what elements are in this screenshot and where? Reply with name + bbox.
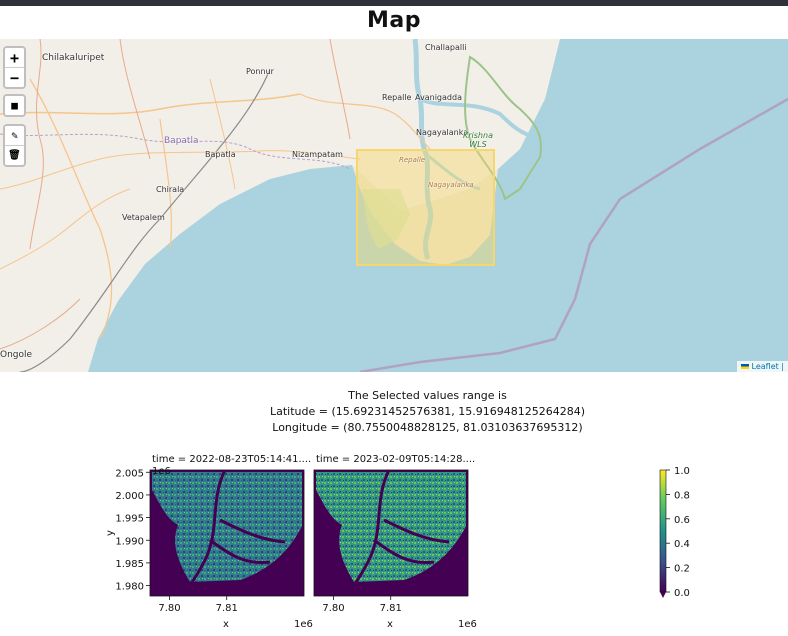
selection-heading: The Selected values range is [348, 389, 507, 402]
colorbar-tick-label: 0.6 [674, 515, 690, 526]
place-label: Ongole [0, 350, 33, 360]
wls-label-line1: Krishna [463, 131, 493, 140]
place-label: Chilakaluripet [42, 53, 105, 63]
map-attribution[interactable]: Leaflet | [736, 361, 788, 372]
place-label: Ponnur [246, 67, 274, 76]
wildlife-sanctuary-label: Krishna WLS [463, 131, 493, 149]
y-tick-label: 2.000 [115, 491, 144, 502]
x-tick-label: 7.80 [322, 603, 344, 614]
delete-layers-button[interactable]: 🗑 [5, 146, 24, 165]
page-title: Map [367, 8, 421, 33]
longitude-range: Longitude = (80.7550048828125, 81.031036… [272, 421, 583, 434]
draw-toolbar: ■ [3, 94, 26, 117]
y-axis-label: y [105, 530, 116, 536]
x-tick-label: 7.80 [158, 603, 180, 614]
x-tick-label: 7.81 [380, 603, 402, 614]
colorbar-tick-label: 0.0 [674, 588, 690, 599]
x-offset-label: 1e6 [294, 619, 313, 630]
wls-label-line2: WLS [469, 140, 487, 149]
place-label: Vetapalem [122, 213, 165, 222]
panel-title: time = 2023-02-09T05:14:28.... [316, 454, 475, 465]
window-top-bar [0, 0, 788, 6]
y-tick-label: 1.980 [115, 582, 144, 593]
place-label: Challapalli [425, 43, 467, 52]
place-label: Nizampatam [292, 150, 343, 159]
x-offset-label: 1e6 [458, 619, 477, 630]
attribution-link[interactable]: Leaflet | [752, 362, 784, 371]
edit-toolbar: ✎ 🗑 [3, 124, 26, 167]
x-axis-label: x [387, 619, 393, 630]
heatmap-panel: time = 2022-08-23T05:14:41.... 7.80 7.81 x 1… [105, 454, 313, 630]
raster-figure: time = 2022-08-23T05:14:41.... 7.80 7.81 x 1… [0, 440, 788, 632]
zoom-out-button[interactable]: − [5, 68, 24, 87]
zoom-control: + − [3, 46, 26, 89]
place-label: Avanigadda [415, 93, 462, 102]
edit-layers-button[interactable]: ✎ [5, 126, 24, 146]
latitude-range: Latitude = (15.69231452576381, 15.916948… [269, 405, 585, 418]
colorbar-gradient [660, 470, 666, 592]
selection-rectangle[interactable] [356, 149, 495, 266]
raster-plot-svg: time = 2022-08-23T05:14:41.... 7.80 7.81 x 1… [105, 454, 690, 630]
y-tick-label: 1.990 [115, 536, 144, 547]
y-tick-label: 2.005 [115, 468, 144, 479]
panel-title: time = 2022-08-23T05:14:41.... [152, 454, 311, 465]
place-label: Repalle [382, 93, 412, 102]
colorbar-tick-label: 0.8 [674, 490, 690, 501]
x-axis-label: x [223, 619, 229, 630]
map-view[interactable]: Chilakaluripet Challapalli Ponnur Repall… [0, 39, 788, 372]
colorbar-tick-label: 1.0 [674, 466, 690, 477]
draw-rectangle-button[interactable]: ■ [5, 96, 24, 115]
heatmap-panel: time = 2023-02-09T05:14:28.... 7.80 7.81 x 1… [313, 454, 477, 630]
district-label: Bapatla [164, 136, 199, 146]
colorbar-tick-label: 0.4 [674, 539, 690, 550]
y-tick-label: 1.995 [115, 514, 144, 525]
forest-label: Repalle [399, 156, 426, 164]
zoom-in-button[interactable]: + [5, 48, 24, 68]
y-offset-label: 1e6 [152, 466, 171, 477]
colorbar-tick-label: 0.2 [674, 564, 690, 575]
x-tick-label: 7.81 [216, 603, 238, 614]
forest-label: Nagayalanka [428, 181, 474, 189]
ukraine-flag-icon [740, 364, 749, 369]
place-label: Nagayalanka [416, 128, 469, 137]
place-label: Chirala [156, 185, 185, 194]
y-tick-label: 1.985 [115, 559, 144, 570]
place-label: Bapatla [205, 150, 236, 159]
colorbar-extend-min [660, 592, 666, 598]
